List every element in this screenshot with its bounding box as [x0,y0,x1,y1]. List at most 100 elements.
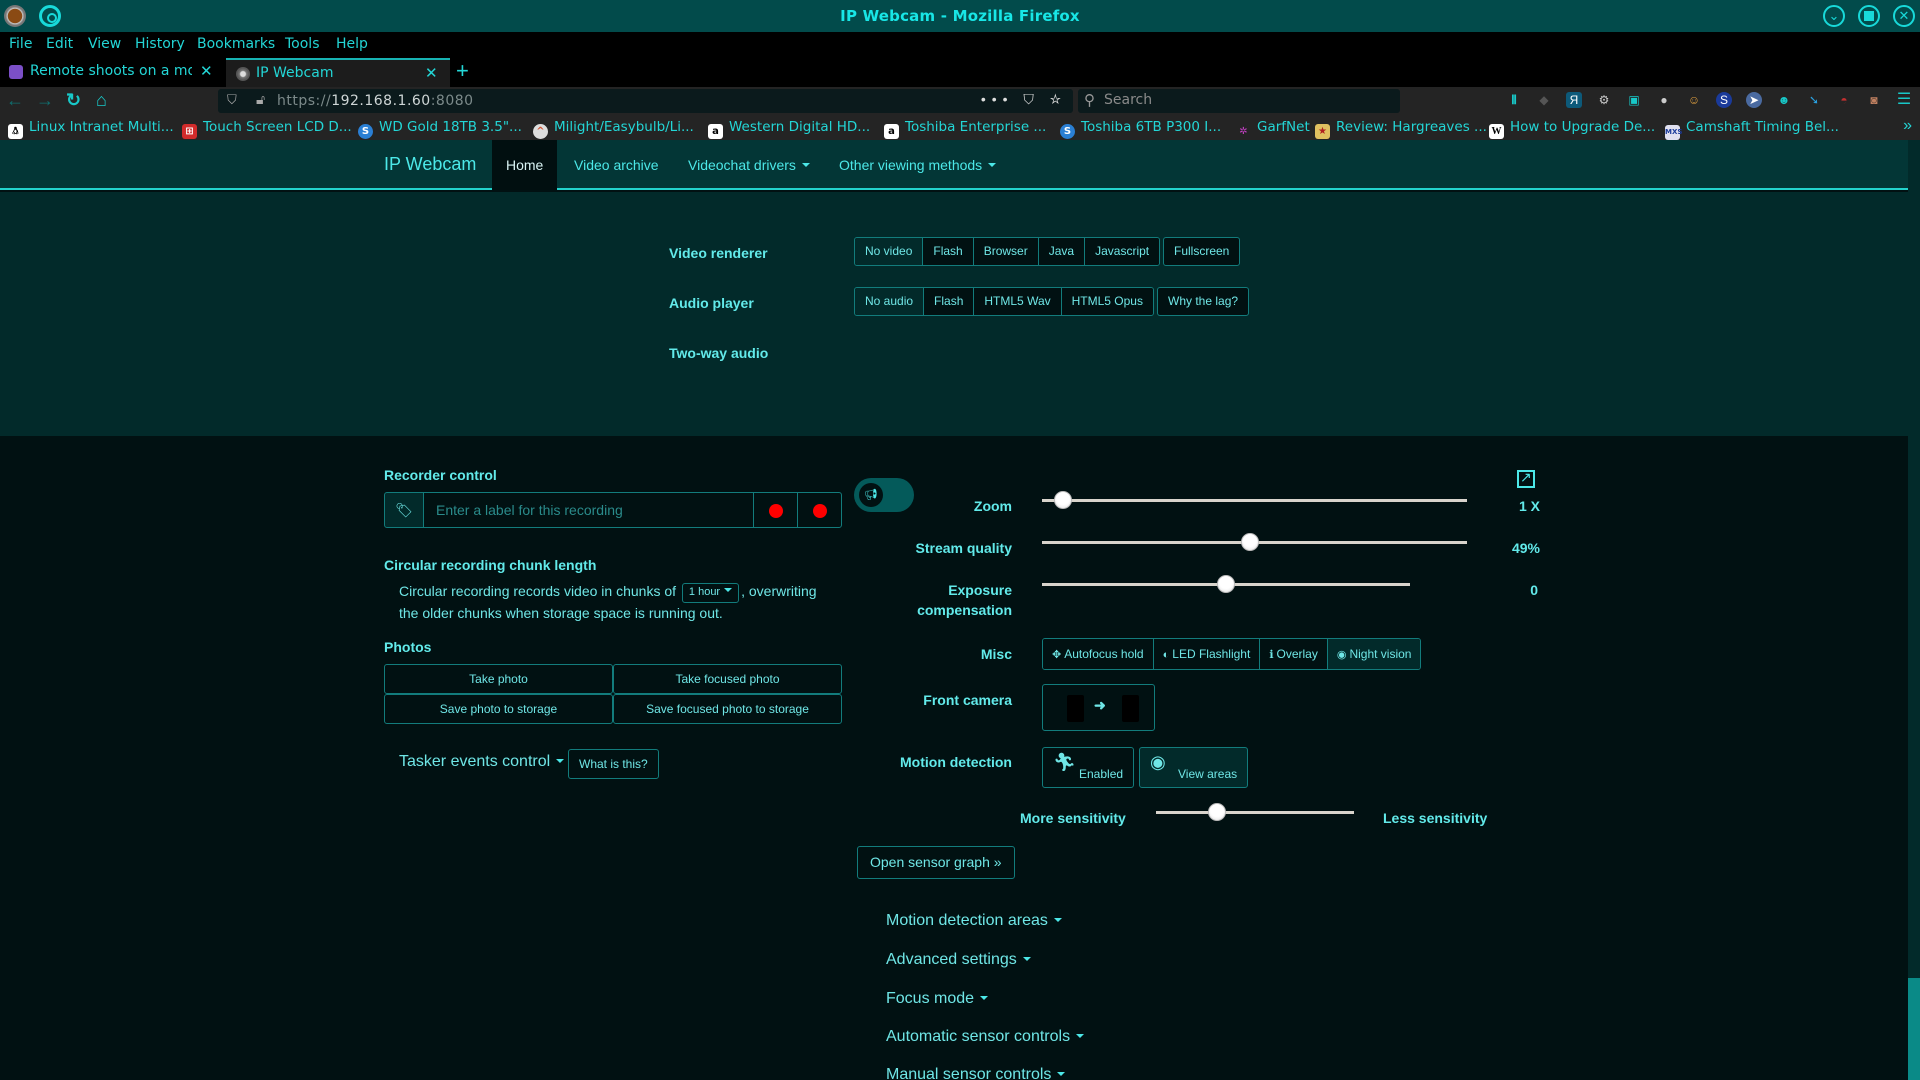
settings-gear-icon[interactable]: ⚙ [1596,92,1612,108]
page-actions-icons[interactable]: ••• ⛉ ☆ [981,91,1067,108]
s-extension-icon[interactable]: S [1716,92,1732,108]
reload-icon[interactable]: ↻ [66,90,81,110]
nav-video-archive[interactable]: Video archive [574,157,659,173]
menu-edit[interactable]: Edit [46,36,73,52]
yandex-icon[interactable]: Я [1566,92,1582,108]
save-photo-button[interactable]: Save photo to storage [384,694,613,724]
nav-videochat-drivers[interactable]: Videochat drivers [688,157,810,173]
stream-quality-slider-thumb[interactable] [1241,533,1260,551]
tracking-shield-icon[interactable]: ⛉ [227,92,237,108]
tab-remote-shoots[interactable]: Remote shoots on a mobile ✕ [0,58,222,87]
nav-home[interactable]: Home [492,140,558,190]
bookmark-item[interactable]: a Toshiba Enterprise ... [884,119,1046,139]
motion-sensitivity-slider[interactable] [1156,803,1354,821]
menu-view[interactable]: View [88,36,121,52]
open-sensor-graph-button[interactable]: Open sensor graph » [857,846,1015,879]
bookmark-item[interactable]: ^ Milight/Easybulb/Li... [533,119,694,139]
menu-help[interactable]: Help [336,36,368,52]
scrollbar-thumb[interactable] [1908,978,1920,1080]
audio-html5-wav-button[interactable]: HTML5 Wav [974,288,1062,315]
led-flashlight-button[interactable]: ◐ LED Flashlight [1153,639,1261,669]
bookmark-item[interactable]: W How to Upgrade De... [1489,119,1655,139]
sidebar-icon[interactable]: ▣ [1626,92,1642,108]
menu-history[interactable]: History [135,36,185,52]
menu-tools[interactable]: Tools [285,36,320,52]
front-camera-switch-button[interactable]: ➜ [1042,684,1155,731]
manual-sensor-controls-toggle[interactable]: Manual sensor controls [886,1066,1066,1080]
url-text[interactable]: https://192.168.1.60:8080 [277,93,474,109]
recording-label-input[interactable] [423,492,754,528]
hamburger-menu-icon[interactable]: ☰ [1896,92,1912,108]
save-focused-photo-button[interactable]: Save focused photo to storage [613,694,842,724]
cursor-extension-icon[interactable]: ➤ [1746,92,1762,108]
molecule-extension-icon[interactable]: ● [1656,92,1672,108]
download-arrow-icon[interactable]: ➘ [1806,92,1822,108]
bookmark-item[interactable]: S WD Gold 18TB 3.5"... [358,119,522,139]
back-icon[interactable]: ← [6,90,24,110]
record-button[interactable] [753,492,798,528]
forward-icon[interactable]: → [36,90,54,110]
search-bar[interactable]: ⚲ [1078,89,1400,113]
zoom-slider-thumb[interactable] [1054,491,1073,509]
tasker-events-toggle[interactable]: Tasker events control [399,753,565,771]
site-brand[interactable]: IP Webcam [384,154,476,175]
fullscreen-button[interactable]: Fullscreen [1163,237,1241,266]
nav-other-viewing-methods[interactable]: Other viewing methods [839,157,997,173]
spy-extension-icon[interactable]: ◓ [1836,92,1852,108]
bookmark-item[interactable]: a Western Digital HD... [708,119,870,139]
bookmarks-overflow-icon[interactable]: » [1903,117,1912,135]
new-tab-button[interactable]: + [456,60,469,82]
take-photo-button[interactable]: Take photo [384,664,613,694]
view-areas-button[interactable]: ◉ View areas [1139,747,1248,788]
bookmark-item[interactable]: ★ Review: Hargreaves ... [1315,119,1487,139]
maximize-button[interactable] [1858,5,1880,27]
video-flash-button[interactable]: Flash [923,238,974,265]
popout-icon[interactable] [1517,469,1535,488]
take-focused-photo-button[interactable]: Take focused photo [613,664,842,694]
close-tab-icon[interactable]: ✕ [200,62,213,80]
bookmark-item[interactable]: 🐧︎ Linux Intranet Multi... [8,119,174,139]
search-input[interactable] [1104,92,1384,108]
tab-ip-webcam[interactable]: IP Webcam ✕ [226,58,450,87]
library-icon[interactable]: ⫴ [1506,92,1522,108]
minimize-button[interactable]: ⌄ [1823,5,1845,27]
motion-detection-areas-toggle[interactable]: Motion detection areas [886,912,1062,930]
menu-bookmarks[interactable]: Bookmarks [197,36,275,52]
exposure-slider-thumb[interactable] [1217,575,1235,593]
record-circular-button[interactable] [797,492,842,528]
video-java-button[interactable]: Java [1038,238,1086,265]
home-icon[interactable]: ⌂ [96,90,107,110]
motion-sensitivity-slider-thumb[interactable] [1208,803,1227,821]
automatic-sensor-controls-toggle[interactable]: Automatic sensor controls [886,1028,1085,1046]
chunk-length-select[interactable]: 1 hour [681,583,740,603]
exposure-slider[interactable] [1042,575,1410,593]
close-tab-icon[interactable]: ✕ [425,64,438,82]
motion-enabled-button[interactable]: 🏃︎ Enabled [1042,747,1134,788]
close-window-button[interactable]: ✕ [1893,5,1915,27]
cookie-jar-icon[interactable]: ◙ [1866,92,1882,108]
video-javascript-button[interactable]: Javascript [1085,238,1160,265]
page-scrollbar[interactable] [1908,140,1920,1080]
audio-html5-opus-button[interactable]: HTML5 Opus [1061,288,1153,315]
night-vision-button[interactable]: ◉ Night vision [1327,639,1421,669]
insecure-lock-icon[interactable]: 🔓︎ [256,91,265,108]
overlay-button[interactable]: ℹ Overlay [1260,639,1328,669]
bookmark-item[interactable]: MXS Camshaft Timing Bel... [1665,119,1839,140]
audio-no-audio-button[interactable]: No audio [855,288,925,315]
extension-diamond-icon[interactable]: ◆ [1536,92,1552,108]
why-the-lag-button[interactable]: Why the lag? [1157,287,1250,316]
tasker-help-button[interactable]: What is this? [568,749,659,779]
bookmark-item[interactable]: ⊞ Touch Screen LCD D... [182,119,352,139]
menu-file[interactable]: File [9,36,32,52]
advanced-settings-toggle[interactable]: Advanced settings [886,951,1031,969]
bookmark-item[interactable]: ✲ GarfNet [1236,119,1309,139]
stream-quality-slider[interactable] [1042,533,1467,551]
video-no-video-button[interactable]: No video [855,238,924,265]
bookmark-item[interactable]: S Toshiba 6TB P300 I... [1060,119,1221,139]
url-bar[interactable]: ⛉ 🔓︎ https://192.168.1.60:8080 ••• ⛉ ☆ [218,89,1073,113]
tampermonkey-icon[interactable]: ☺ [1686,92,1702,108]
zoom-slider[interactable] [1042,491,1467,509]
video-browser-button[interactable]: Browser [973,238,1039,265]
account-icon[interactable]: ☻ [1776,92,1792,108]
autofocus-hold-button[interactable]: ✥ Autofocus hold [1043,639,1154,669]
